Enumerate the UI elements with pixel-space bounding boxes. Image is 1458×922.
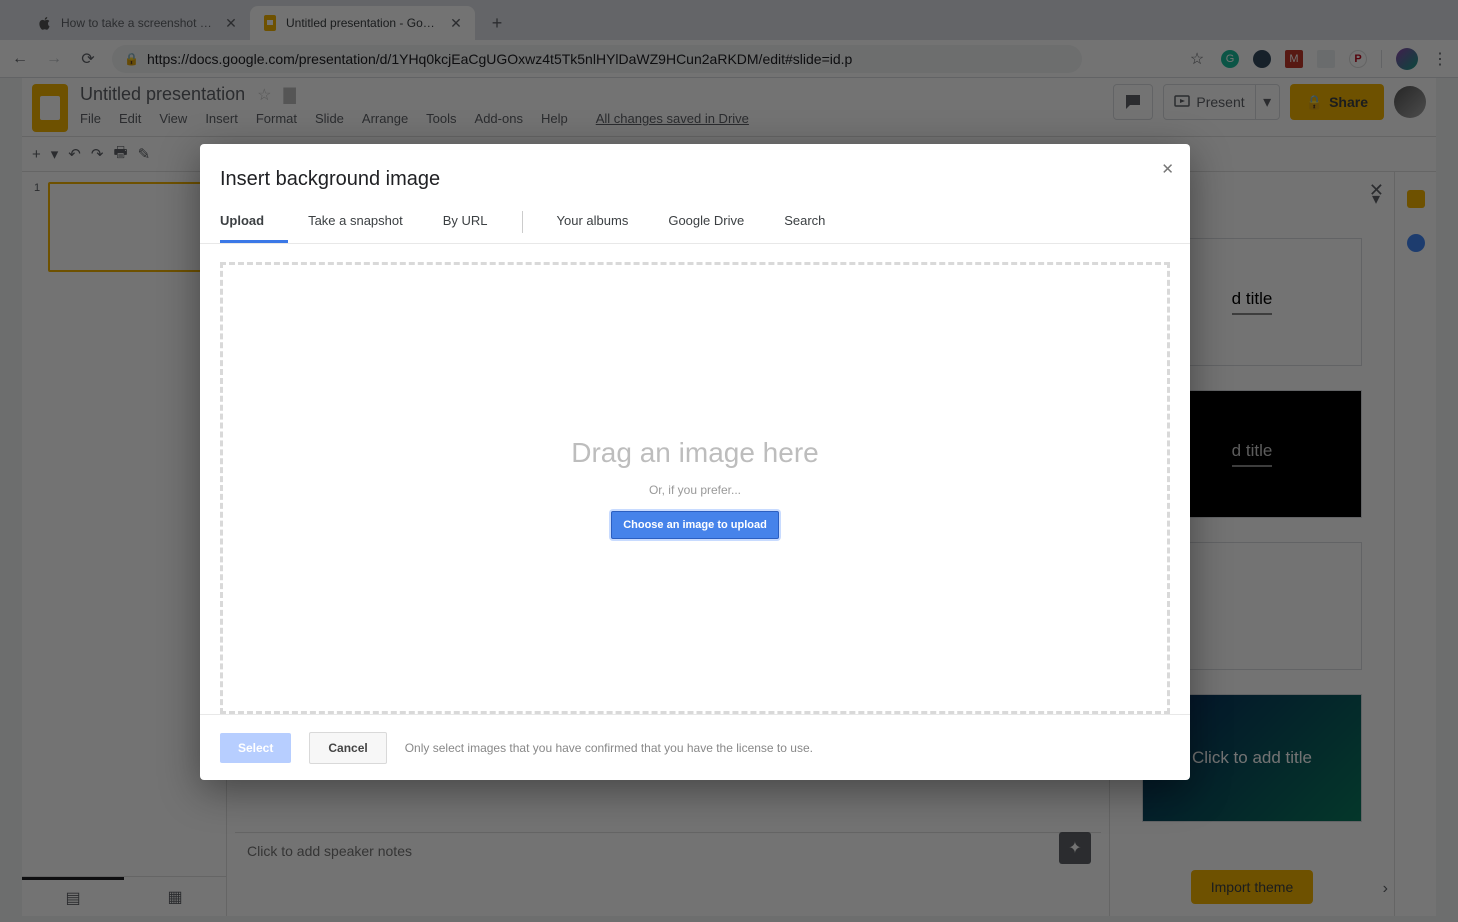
upload-dropzone[interactable]: Drag an image here Or, if you prefer... … <box>220 262 1170 714</box>
dialog-title: Insert background image <box>200 144 1190 201</box>
select-button[interactable]: Select <box>220 733 291 763</box>
choose-image-button[interactable]: Choose an image to upload <box>611 511 779 539</box>
cancel-button[interactable]: Cancel <box>309 732 386 764</box>
tab-snapshot[interactable]: Take a snapshot <box>288 201 423 243</box>
tab-your-albums[interactable]: Your albums <box>537 201 649 243</box>
insert-image-dialog: Insert background image ✕ Upload Take a … <box>200 144 1190 780</box>
close-icon[interactable]: ✕ <box>1161 160 1174 178</box>
drag-text: Drag an image here <box>571 437 818 469</box>
dialog-tabs: Upload Take a snapshot By URL Your album… <box>200 201 1190 244</box>
tab-search[interactable]: Search <box>764 201 845 243</box>
or-text: Or, if you prefer... <box>649 483 741 497</box>
license-note: Only select images that you have confirm… <box>405 741 813 755</box>
tab-google-drive[interactable]: Google Drive <box>648 201 764 243</box>
separator <box>522 211 523 233</box>
tab-by-url[interactable]: By URL <box>423 201 508 243</box>
tab-upload[interactable]: Upload <box>220 201 288 243</box>
dialog-footer: Select Cancel Only select images that yo… <box>200 714 1190 780</box>
